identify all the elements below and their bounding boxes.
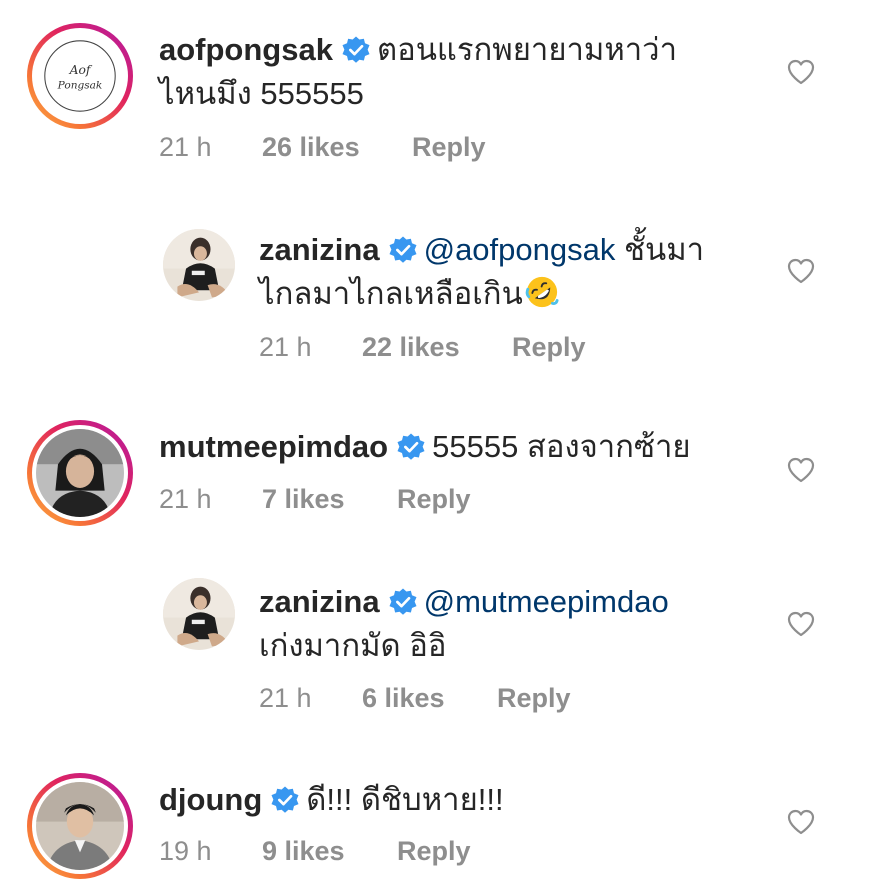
avatar[interactable] <box>163 578 235 650</box>
comment-body: 55555 สองจากซ้าย <box>432 429 691 464</box>
likes-count[interactable]: 26 likes <box>262 132 412 163</box>
reply-button[interactable]: Reply <box>412 132 486 163</box>
timestamp: 21 h <box>259 332 312 362</box>
likes-count[interactable]: 22 likes <box>362 332 512 363</box>
comment-text: djoung ดี!!! ดีชิบหาย!!! <box>159 778 504 822</box>
timestamp: 21 h <box>259 683 312 713</box>
svg-text:Aof: Aof <box>69 63 93 77</box>
username[interactable]: zanizina <box>259 232 380 267</box>
verified-badge-icon <box>397 433 425 460</box>
likes-count[interactable]: 7 likes <box>262 484 397 515</box>
verified-badge-icon <box>389 236 417 263</box>
username[interactable]: djoung <box>159 782 262 817</box>
reply-button[interactable]: Reply <box>397 484 471 515</box>
verified-badge-icon <box>389 588 417 615</box>
mention-link[interactable]: @mutmeepimdao <box>424 584 669 619</box>
comment-body: ชั้นมา <box>624 232 705 267</box>
likes-count[interactable]: 6 likes <box>362 683 497 714</box>
heart-outline-icon[interactable] <box>787 59 815 85</box>
comment-text: aofpongsak ตอนแรกพยายามหาว่า ไหนมึง 55555… <box>159 28 677 116</box>
comment-body: ตอนแรกพยายามหาว่า <box>376 32 677 67</box>
comment-meta: 21 h 22 likes Reply <box>259 332 586 363</box>
comment-meta: 19 h 9 likes Reply <box>159 836 471 867</box>
verified-badge-icon <box>342 36 370 63</box>
username[interactable]: zanizina <box>259 584 380 619</box>
heart-outline-icon[interactable] <box>787 258 815 284</box>
svg-text:Pongsak: Pongsak <box>57 79 103 91</box>
likes-count[interactable]: 9 likes <box>262 836 397 867</box>
aofpongsak-avatar-image: Aof Pongsak <box>36 32 124 120</box>
comment-body: ดี!!! ดีชิบหาย!!! <box>306 782 504 817</box>
username[interactable]: aofpongsak <box>159 32 333 67</box>
comment-body: เก่งมากมัด อิอิ <box>259 628 447 663</box>
avatar[interactable] <box>27 420 133 526</box>
comment-text: mutmeepimdao 55555 สองจากซ้าย <box>159 425 691 469</box>
comment-text: zanizina @aofpongsak ชั้นมา ไกลมาไกลเหลือ… <box>259 228 704 316</box>
reply-button[interactable]: Reply <box>497 683 571 714</box>
reply-button[interactable]: Reply <box>397 836 471 867</box>
rolling-on-floor-laughing-emoji <box>525 276 559 308</box>
djoung-avatar-image <box>36 782 124 870</box>
comment-meta: 21 h 7 likes Reply <box>159 484 471 515</box>
username[interactable]: mutmeepimdao <box>159 429 388 464</box>
timestamp: 19 h <box>159 836 212 866</box>
timestamp: 21 h <box>159 484 212 514</box>
avatar[interactable] <box>27 773 133 879</box>
mutmeepimdao-avatar-image <box>36 429 124 517</box>
timestamp: 21 h <box>159 132 212 162</box>
avatar[interactable] <box>163 229 235 301</box>
heart-outline-icon[interactable] <box>787 611 815 637</box>
zanizina-avatar-image <box>163 229 235 301</box>
comment-text: zanizina @mutmeepimdao เก่งมากมัด อิอิ <box>259 580 669 668</box>
comment-meta: 21 h 6 likes Reply <box>259 683 571 714</box>
comment-body-line2: ไกลมาไกลเหลือเกิน <box>259 276 523 311</box>
verified-badge-icon <box>271 786 299 813</box>
mention-link[interactable]: @aofpongsak <box>424 232 616 267</box>
comment-body-line2: ไหนมึง 555555 <box>159 76 364 111</box>
zanizina-avatar-image <box>163 578 235 650</box>
comment-meta: 21 h 26 likes Reply <box>159 132 486 163</box>
reply-button[interactable]: Reply <box>512 332 586 363</box>
heart-outline-icon[interactable] <box>787 457 815 483</box>
heart-outline-icon[interactable] <box>787 809 815 835</box>
avatar[interactable]: Aof Pongsak <box>27 23 133 129</box>
